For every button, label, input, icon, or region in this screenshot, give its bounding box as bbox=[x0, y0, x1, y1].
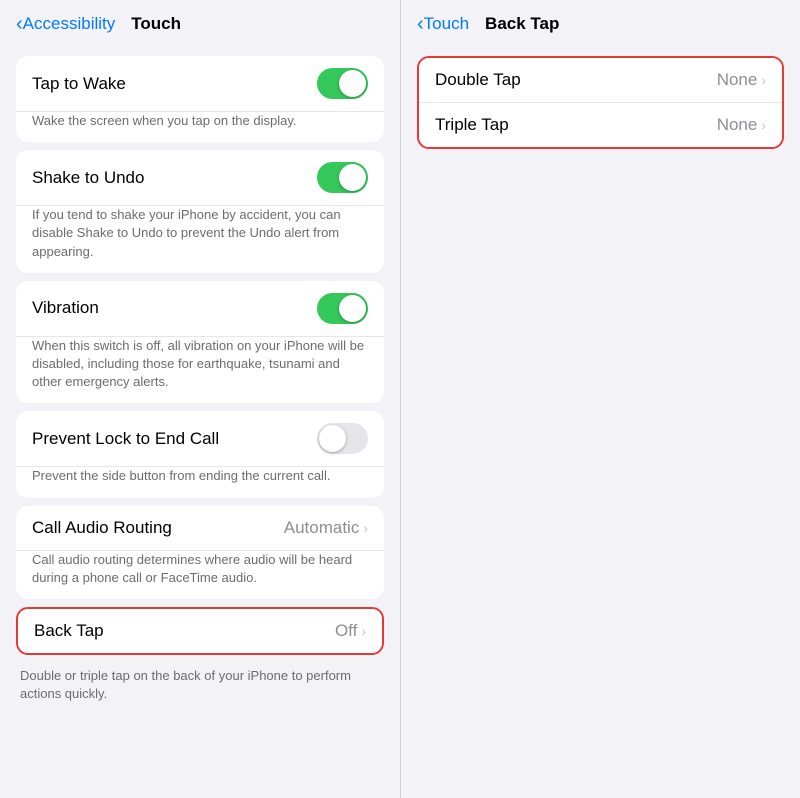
double-tap-chevron-icon: › bbox=[761, 72, 766, 88]
prevent-lock-toggle[interactable] bbox=[317, 423, 368, 454]
shake-to-undo-thumb bbox=[339, 164, 366, 191]
back-tap-options-card: Double Tap None › Triple Tap None › bbox=[417, 56, 784, 149]
vibration-card: Vibration When this switch is off, all v… bbox=[16, 281, 384, 404]
right-back-link[interactable]: Touch bbox=[424, 14, 469, 34]
left-page-title: Touch bbox=[131, 14, 181, 34]
shake-to-undo-toggle[interactable] bbox=[317, 162, 368, 193]
call-audio-chevron-icon: › bbox=[363, 520, 368, 536]
triple-tap-value: None bbox=[717, 115, 758, 135]
back-tap-row[interactable]: Back Tap Off › bbox=[18, 609, 382, 653]
call-audio-label: Call Audio Routing bbox=[32, 518, 172, 538]
call-audio-value: Automatic bbox=[284, 518, 360, 538]
call-audio-row[interactable]: Call Audio Routing Automatic › bbox=[16, 506, 384, 551]
left-scroll-area: Tap to Wake Wake the screen when you tap… bbox=[0, 44, 400, 798]
triple-tap-row[interactable]: Triple Tap None › bbox=[419, 103, 782, 147]
prevent-lock-label: Prevent Lock to End Call bbox=[32, 429, 219, 449]
shake-to-undo-label: Shake to Undo bbox=[32, 168, 144, 188]
right-page-title: Back Tap bbox=[485, 14, 559, 34]
vibration-description: When this switch is off, all vibration o… bbox=[16, 337, 384, 404]
vibration-thumb bbox=[339, 295, 366, 322]
back-tap-value: Off bbox=[335, 621, 357, 641]
prevent-lock-thumb bbox=[319, 425, 346, 452]
triple-tap-label: Triple Tap bbox=[435, 115, 509, 135]
tap-to-wake-label: Tap to Wake bbox=[32, 74, 126, 94]
back-tap-description: Double or triple tap on the back of your… bbox=[16, 663, 384, 715]
vibration-label: Vibration bbox=[32, 298, 99, 318]
right-panel: ‹ Touch Back Tap Double Tap None › Tripl… bbox=[400, 0, 800, 798]
tap-to-wake-card: Tap to Wake Wake the screen when you tap… bbox=[16, 56, 384, 142]
double-tap-row[interactable]: Double Tap None › bbox=[419, 58, 782, 103]
tap-to-wake-thumb bbox=[339, 70, 366, 97]
tap-to-wake-toggle[interactable] bbox=[317, 68, 368, 99]
double-tap-right: None › bbox=[717, 70, 766, 90]
right-nav-bar: ‹ Touch Back Tap bbox=[401, 0, 800, 44]
back-tap-right: Off › bbox=[335, 621, 366, 641]
shake-to-undo-description: If you tend to shake your iPhone by acci… bbox=[16, 206, 384, 273]
prevent-lock-row: Prevent Lock to End Call bbox=[16, 411, 384, 467]
back-tap-label: Back Tap bbox=[34, 621, 104, 641]
left-nav-bar: ‹ Accessibility Touch bbox=[0, 0, 400, 44]
right-scroll-area: Double Tap None › Triple Tap None › bbox=[401, 44, 800, 798]
shake-to-undo-card: Shake to Undo If you tend to shake your … bbox=[16, 150, 384, 273]
call-audio-card: Call Audio Routing Automatic › Call audi… bbox=[16, 506, 384, 599]
prevent-lock-card: Prevent Lock to End Call Prevent the sid… bbox=[16, 411, 384, 497]
back-tap-card: Back Tap Off › bbox=[16, 607, 384, 655]
triple-tap-chevron-icon: › bbox=[761, 117, 766, 133]
vibration-toggle[interactable] bbox=[317, 293, 368, 324]
triple-tap-right: None › bbox=[717, 115, 766, 135]
shake-to-undo-row: Shake to Undo bbox=[16, 150, 384, 206]
call-audio-right: Automatic › bbox=[284, 518, 368, 538]
back-chevron-icon: ‹ bbox=[16, 14, 23, 34]
right-back-chevron-icon: ‹ bbox=[417, 14, 424, 34]
left-panel: ‹ Accessibility Touch Tap to Wake Wake t… bbox=[0, 0, 400, 798]
tap-to-wake-description: Wake the screen when you tap on the disp… bbox=[16, 112, 384, 142]
prevent-lock-description: Prevent the side button from ending the … bbox=[16, 467, 384, 497]
vibration-row: Vibration bbox=[16, 281, 384, 337]
double-tap-value: None bbox=[717, 70, 758, 90]
call-audio-description: Call audio routing determines where audi… bbox=[16, 551, 384, 599]
accessibility-back-link[interactable]: Accessibility bbox=[23, 14, 116, 34]
double-tap-label: Double Tap bbox=[435, 70, 521, 90]
tap-to-wake-row: Tap to Wake bbox=[16, 56, 384, 112]
back-tap-chevron-icon: › bbox=[361, 623, 366, 639]
